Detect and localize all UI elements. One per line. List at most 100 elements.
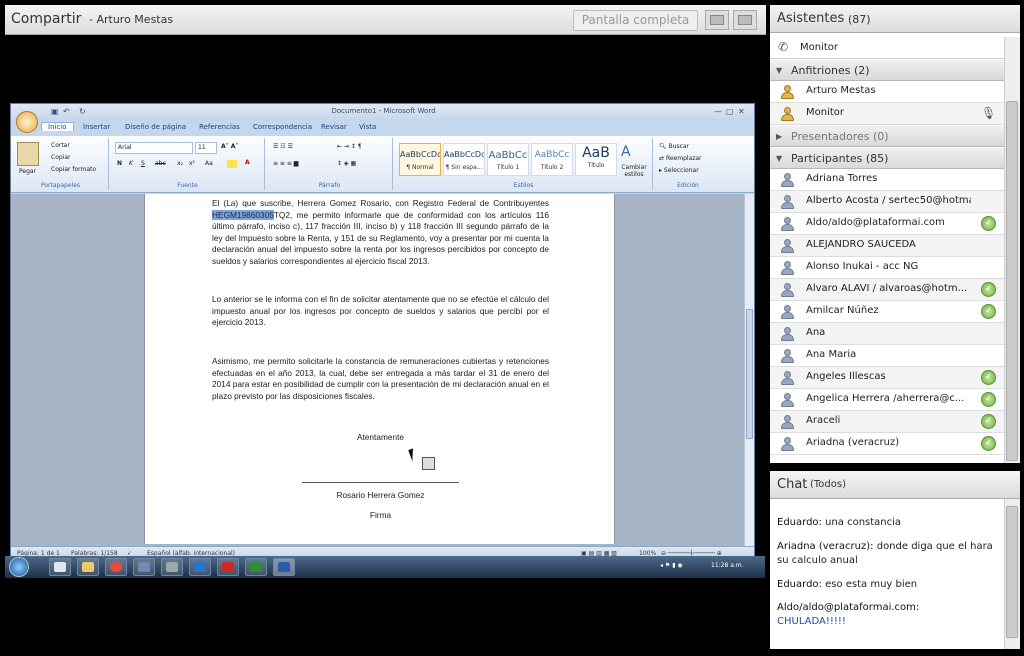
taskbar-app-icon[interactable] bbox=[133, 558, 155, 576]
list-item[interactable]: Araceli ✓ bbox=[770, 411, 1004, 433]
list-item[interactable]: Angelica Herrera /aherrera@c... ✓ bbox=[770, 389, 1004, 411]
office-button[interactable] bbox=[16, 111, 38, 133]
font-size-select[interactable]: 11 bbox=[195, 142, 217, 154]
change-styles-button[interactable]: Cambiar estilos bbox=[619, 164, 649, 178]
monitor-view-row[interactable]: ✆ Monitor bbox=[770, 37, 1020, 59]
tab-referencias[interactable]: Referencias bbox=[199, 123, 240, 131]
list-item[interactable]: Alonso Inukai - acc NG bbox=[770, 257, 1004, 279]
paste-label[interactable]: Pegar bbox=[19, 168, 36, 175]
format-painter-button[interactable]: Copiar formato bbox=[51, 166, 96, 173]
tray-icons[interactable]: ◂ ⚑ ▮ ◉ bbox=[660, 562, 683, 569]
list-item[interactable]: Arturo Mestas bbox=[770, 81, 1004, 103]
attendee-name: Angeles Illescas bbox=[806, 371, 886, 382]
chat-pod: Chat (Todos) Eduardo: una constancia Ari… bbox=[770, 471, 1020, 649]
highlight-icon[interactable] bbox=[227, 160, 237, 168]
attendee-name: Monitor bbox=[806, 107, 845, 118]
start-button-icon[interactable] bbox=[9, 557, 29, 577]
hosts-section[interactable]: ▼ Anfitriones (2) bbox=[770, 59, 1004, 81]
taskbar-chrome-icon[interactable] bbox=[105, 558, 127, 576]
participants-section[interactable]: ▼ Participantes (85) bbox=[770, 147, 1004, 169]
taskbar-explorer-icon[interactable] bbox=[49, 558, 71, 576]
tab-inicio[interactable]: Inicio bbox=[41, 122, 74, 131]
font-group: Arial 11 A˄ A˅ N K S abc x₂ x² Aa A Fuen… bbox=[111, 138, 265, 190]
list-item[interactable]: Adriana Torres bbox=[770, 169, 1004, 191]
list-item[interactable]: Monitor 🎙︎ bbox=[770, 103, 1004, 125]
tab-insertar[interactable]: Insertar bbox=[83, 123, 110, 131]
style-normal[interactable]: AaBbCcDc ¶ Normal bbox=[399, 143, 441, 176]
style-titulo-1[interactable]: AaBbCc Título 1 bbox=[487, 143, 529, 176]
change-case-icon[interactable]: Aa bbox=[205, 160, 213, 167]
copy-button[interactable]: Copiar bbox=[51, 154, 70, 161]
maximize-icon[interactable]: ▢ bbox=[726, 107, 734, 116]
underline-icon[interactable]: S bbox=[141, 160, 145, 167]
chat-scope[interactable]: (Todos) bbox=[810, 479, 846, 490]
taskbar-ie-icon[interactable] bbox=[189, 558, 211, 576]
list-item[interactable]: Alberto Acosta / sertec50@hotmail.... bbox=[770, 191, 1004, 213]
save-icon[interactable]: ▣ bbox=[51, 107, 59, 116]
grow-font-icon[interactable]: A˄ A˅ bbox=[221, 143, 238, 150]
fit-layout-icon[interactable] bbox=[705, 10, 729, 30]
strikethrough-icon[interactable]: abc bbox=[155, 160, 166, 167]
tab-revisar[interactable]: Revisar bbox=[321, 123, 347, 131]
list-item[interactable]: Ana Maria bbox=[770, 345, 1004, 367]
person-icon bbox=[780, 283, 794, 297]
replace-button[interactable]: ⇄ Reemplazar bbox=[659, 155, 702, 162]
font-color-icon[interactable]: A bbox=[245, 159, 250, 166]
attendee-name: Alonso Inukai - acc NG bbox=[806, 261, 919, 272]
taskbar-acrobat-icon[interactable] bbox=[217, 558, 239, 576]
tab-diseno-pagina[interactable]: Diseño de página bbox=[125, 123, 186, 131]
style-sin-espaciado[interactable]: AaBbCcDc ¶ Sin espa... bbox=[443, 143, 485, 176]
fullscreen-button[interactable]: Pantalla completa bbox=[573, 10, 698, 31]
tab-correspondencia[interactable]: Correspondencia bbox=[253, 123, 312, 131]
list-item[interactable]: Ana bbox=[770, 323, 1004, 345]
align-icons[interactable]: ≡ ≡ ≡ ▆ bbox=[273, 160, 298, 167]
bold-icon[interactable]: N bbox=[117, 160, 122, 167]
taskbar-app2-icon[interactable] bbox=[161, 558, 183, 576]
superscript-icon[interactable]: x² bbox=[189, 160, 195, 167]
monitor-label: Monitor bbox=[800, 42, 839, 53]
attendees-scroll-thumb[interactable] bbox=[1006, 101, 1018, 461]
chat-sender: Ariadna (veracruz): bbox=[777, 541, 874, 552]
list-item[interactable]: Alvaro ALAVI / alvaroas@hotm... ✓ bbox=[770, 279, 1004, 301]
italic-icon[interactable]: K bbox=[129, 160, 133, 167]
attendees-count: (87) bbox=[848, 13, 871, 26]
presenters-section[interactable]: ▶ Presentadores (0) bbox=[770, 125, 1004, 147]
spacing-icons[interactable]: ↕ ◈ ▦ bbox=[337, 160, 356, 167]
indent-icon[interactable]: ⇤ ⇥ ↕ ¶ bbox=[337, 143, 362, 150]
list-item[interactable]: ALEJANDRO SAUCEDA bbox=[770, 235, 1004, 257]
tab-vista[interactable]: Vista bbox=[359, 123, 376, 131]
style-titulo-2[interactable]: AaBbCc Título 2 bbox=[531, 143, 573, 176]
undo-icon[interactable]: ↶ bbox=[63, 107, 70, 116]
cut-button[interactable]: Cortar bbox=[51, 142, 70, 149]
change-styles-icon[interactable]: A bbox=[621, 144, 631, 160]
subscript-icon[interactable]: x₂ bbox=[177, 160, 183, 167]
bullets-icon[interactable]: ☰ ☷ ☰ bbox=[273, 143, 293, 150]
chat-message: Eduardo: eso esta muy bien bbox=[777, 578, 1002, 592]
person-icon bbox=[780, 327, 794, 341]
redo-icon[interactable]: ↻ bbox=[79, 107, 86, 116]
attendee-name: Arturo Mestas bbox=[806, 85, 876, 96]
list-item[interactable]: Angeles Illescas ✓ bbox=[770, 367, 1004, 389]
attendee-name: Araceli bbox=[806, 415, 841, 426]
style-titulo[interactable]: AaB Título bbox=[575, 143, 617, 176]
list-item[interactable]: Amilcar Núñez ✓ bbox=[770, 301, 1004, 323]
taskbar-word-icon[interactable] bbox=[273, 558, 295, 576]
taskbar-folder-icon[interactable] bbox=[77, 558, 99, 576]
paste-icon[interactable] bbox=[17, 142, 39, 166]
minimize-icon[interactable]: — bbox=[714, 107, 722, 116]
person-icon bbox=[780, 393, 794, 407]
close-icon[interactable]: ✕ bbox=[738, 107, 745, 116]
select-button[interactable]: ▸ Seleccionar bbox=[659, 167, 699, 174]
chat-title: Chat bbox=[777, 477, 808, 492]
vertical-scroll-thumb[interactable] bbox=[746, 309, 753, 439]
list-item[interactable]: Aldo/aldo@plataformai.com ✓ bbox=[770, 213, 1004, 235]
font-name-select[interactable]: Arial bbox=[115, 142, 193, 154]
find-button[interactable]: 🔍︎ Buscar bbox=[659, 143, 689, 150]
taskbar-excel-icon[interactable] bbox=[245, 558, 267, 576]
list-item[interactable]: Ariadna (veracruz) ✓ bbox=[770, 433, 1004, 455]
chat-scroll-thumb[interactable] bbox=[1006, 506, 1018, 638]
attendee-name: Adriana Torres bbox=[806, 173, 878, 184]
person-icon bbox=[780, 195, 794, 209]
document-page[interactable]: El (La) que suscribe, Herrera Gomez Rosa… bbox=[144, 194, 615, 544]
actual-size-layout-icon[interactable] bbox=[733, 10, 757, 30]
